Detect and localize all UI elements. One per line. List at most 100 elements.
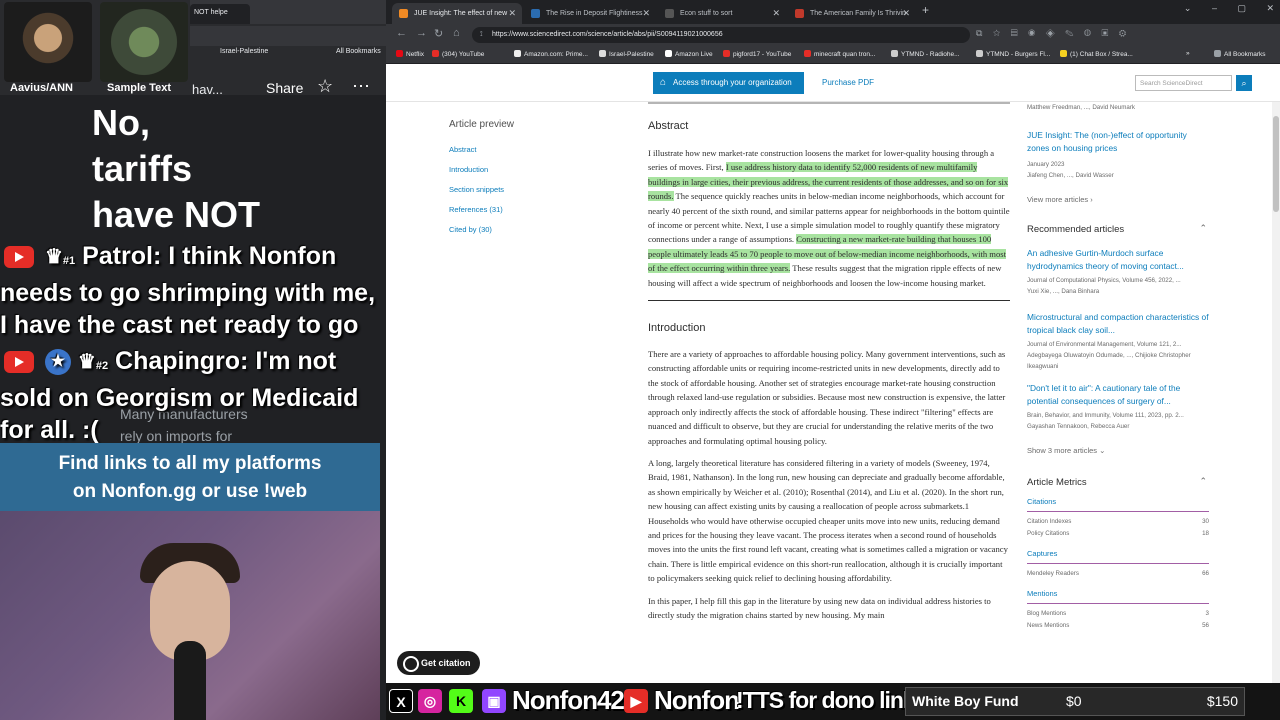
- crown-icon: ♛: [44, 246, 63, 269]
- recommended-article-link[interactable]: Microstructural and compaction character…: [1027, 311, 1209, 337]
- bookmark-ytmnd-burgers[interactable]: YTMND - Burgers Fl...: [976, 50, 1050, 58]
- nav-references[interactable]: References (31): [449, 200, 599, 220]
- bookmarks-bar: Netflix (304) YouTube Amazon.com: Prime.…: [386, 46, 1280, 64]
- sciencedirect-page: Access through your organization Purchas…: [386, 64, 1280, 720]
- youtube-icon: [4, 351, 34, 374]
- bookmark-netflix[interactable]: Netflix: [396, 50, 424, 58]
- tab-econ-stuff[interactable]: Econ stuff to sort ✕: [658, 3, 786, 24]
- purchase-pdf-link[interactable]: Purchase PDF: [822, 78, 874, 87]
- address-bar[interactable]: https://www.sciencedirect.com/science/ar…: [472, 27, 970, 43]
- youtube-icon: [4, 246, 34, 269]
- metric-row: Blog Mentions 3: [1027, 610, 1209, 617]
- article-body: Abstract I illustrate how new market-rat…: [648, 111, 1010, 630]
- search-icon[interactable]: ⌕: [1236, 75, 1252, 91]
- close-tab-icon[interactable]: ✕: [772, 3, 780, 24]
- back-icon[interactable]: ←: [396, 27, 407, 39]
- avatar-name-1: Aavius/ANN: [10, 82, 73, 94]
- get-citation-button[interactable]: Get citation: [397, 651, 480, 675]
- donation-goal: White Boy Fund $0 $150: [905, 687, 1245, 716]
- scrollbar[interactable]: [1272, 102, 1280, 720]
- share-button[interactable]: Share: [266, 80, 303, 96]
- browser-window: JUE Insight: The effect of new ✕ The Rise…: [386, 0, 1280, 720]
- reload-icon[interactable]: ↻: [434, 27, 443, 40]
- divider: [1027, 511, 1209, 512]
- related-meta: January 2023: [1027, 161, 1065, 168]
- recommended-article-link[interactable]: An adhesive Gurtin-Murdoch surface hydro…: [1027, 247, 1209, 273]
- tab-favicon-icon: [399, 9, 408, 18]
- intro-paragraph: In this paper, I help fill this gap in t…: [648, 595, 991, 620]
- metric-row: Citation Indexes 30: [1027, 518, 1209, 525]
- recommended-heading[interactable]: Recommended articles ⌃: [1027, 223, 1209, 235]
- mini-toolbar: [190, 26, 386, 46]
- bookmark-pigford[interactable]: pigford17 - YouTube: [723, 50, 791, 58]
- window-controls[interactable]: ⌄ – ▢ ✕: [1184, 3, 1274, 14]
- webcam-feed: [0, 511, 380, 720]
- crown-icon: ♛: [77, 351, 96, 374]
- bookmark-minecraft[interactable]: minecraft quan tron...: [804, 50, 875, 58]
- stream-overlay: Aavius/ANN Sample Text NOT helpe Israel-…: [0, 0, 386, 720]
- recommended-article-link[interactable]: "Don't let it to air": A cautionary tale…: [1027, 382, 1209, 408]
- forward-icon[interactable]: →: [416, 27, 427, 39]
- bookmark-amazon[interactable]: Amazon.com: Prime...: [514, 50, 588, 58]
- close-tab-icon[interactable]: ✕: [902, 3, 910, 24]
- intro-paragraph: There are a variety of approaches to aff…: [648, 349, 1006, 446]
- intro-paragraph: A long, largely theoretical literature h…: [648, 457, 1008, 584]
- chevron-up-icon: ⌃: [1199, 476, 1207, 486]
- nav-cited-by[interactable]: Cited by (30): [449, 220, 599, 240]
- chat-user: Chapingro:: [115, 347, 249, 375]
- bookmark-youtube[interactable]: (304) YouTube: [432, 50, 484, 58]
- bookmark-amazon-live[interactable]: Amazon Live: [665, 50, 713, 58]
- star-icon[interactable]: ☆: [317, 76, 333, 97]
- related-article-link[interactable]: JUE Insight: The (non-)effect of opportu…: [1027, 129, 1209, 155]
- abstract-heading: Abstract: [648, 120, 689, 132]
- all-bookmarks[interactable]: All Bookmarks: [1214, 50, 1266, 58]
- recommended-meta: Brain, Behavior, and Immunity, Volume 11…: [1027, 412, 1184, 419]
- extension-icons[interactable]: ⧉ ☆ ▤ ◉ ◈ ✎ ◍ ▣ ⚙: [976, 28, 1126, 39]
- stream-bottom-bar: X ◎ K ▣ Nonfon420 ▶ Nonfon !TTS for dono…: [386, 683, 1280, 720]
- bookmark-chat-box[interactable]: (1) Chat Box / Strea...: [1060, 50, 1133, 58]
- chat-message: ★ ♛#2 Chapingro: I'm not sold on Georgis…: [0, 347, 359, 444]
- nav-abstract[interactable]: Abstract: [449, 140, 599, 160]
- more-bookmarks-icon[interactable]: »: [1186, 50, 1190, 57]
- nav-introduction[interactable]: Introduction: [449, 160, 599, 180]
- more-icon[interactable]: ⋯: [352, 76, 370, 97]
- recommended-meta: Journal of Computational Physics, Volume…: [1027, 277, 1181, 284]
- metric-row: News Mentions 56: [1027, 622, 1209, 629]
- tab-favicon-icon: [531, 9, 540, 18]
- metrics-heading[interactable]: Article Metrics ⌃: [1027, 476, 1209, 488]
- show-more-articles-link[interactable]: Show 3 more articles ⌄: [1027, 446, 1209, 455]
- bookmark-israel-palestine[interactable]: Israel-Palestine: [599, 50, 654, 58]
- scrollbar-thumb[interactable]: [1273, 116, 1279, 212]
- close-tab-icon[interactable]: ✕: [508, 3, 516, 24]
- youtube-icon: ▶: [624, 689, 648, 713]
- donation-goal-current: $0: [1066, 693, 1082, 709]
- avatar-cartoon: [4, 2, 92, 82]
- bookmark-ytmnd-radiohead[interactable]: YTMND - Radiohe...: [891, 50, 960, 58]
- metrics-mentions-label: Mentions: [1027, 589, 1058, 598]
- metric-row: Mendeley Readers 66: [1027, 570, 1209, 577]
- mini-video-title: hav...: [192, 82, 223, 97]
- view-more-articles-link[interactable]: View more articles ›: [1027, 195, 1209, 204]
- search-input[interactable]: Search ScienceDirect: [1135, 75, 1232, 91]
- divider: [1027, 603, 1209, 604]
- close-tab-icon[interactable]: ✕: [642, 3, 650, 24]
- divider: [1027, 563, 1209, 564]
- screen: Aavius/ANN Sample Text NOT helpe Israel-…: [0, 0, 1280, 720]
- tts-message: !TTS for dono link: [736, 687, 916, 713]
- browser-toolbar: ← → ↻ ⌂ https://www.sciencedirect.com/sc…: [386, 24, 1280, 46]
- mini-tab: NOT helpe: [190, 4, 250, 24]
- kick-icon: K: [449, 689, 473, 713]
- new-tab-icon[interactable]: +: [922, 3, 929, 17]
- tab-jue-insight[interactable]: JUE Insight: The effect of new ✕: [392, 3, 522, 24]
- tab-american-family[interactable]: The American Family Is Thrivin ✕: [788, 3, 916, 24]
- right-sidebar: Matthew Freedman, ..., David Neumark JUE…: [1027, 102, 1209, 632]
- home-icon[interactable]: ⌂: [453, 27, 460, 39]
- recommended-authors: Yuxi Xie, ..., Dana Binhara: [1027, 288, 1100, 295]
- stream-handle: Nonfon420: [512, 685, 638, 715]
- tab-favicon-icon: [665, 9, 674, 18]
- tab-deposit-flightiness[interactable]: The Rise in Deposit Flightiness ✕: [524, 3, 656, 24]
- video-caption: No, tariffs have NOT: [92, 102, 261, 235]
- nav-section-snippets[interactable]: Section snippets: [449, 180, 599, 200]
- access-organization-button[interactable]: Access through your organization: [653, 72, 804, 94]
- instagram-icon: ◎: [418, 689, 442, 713]
